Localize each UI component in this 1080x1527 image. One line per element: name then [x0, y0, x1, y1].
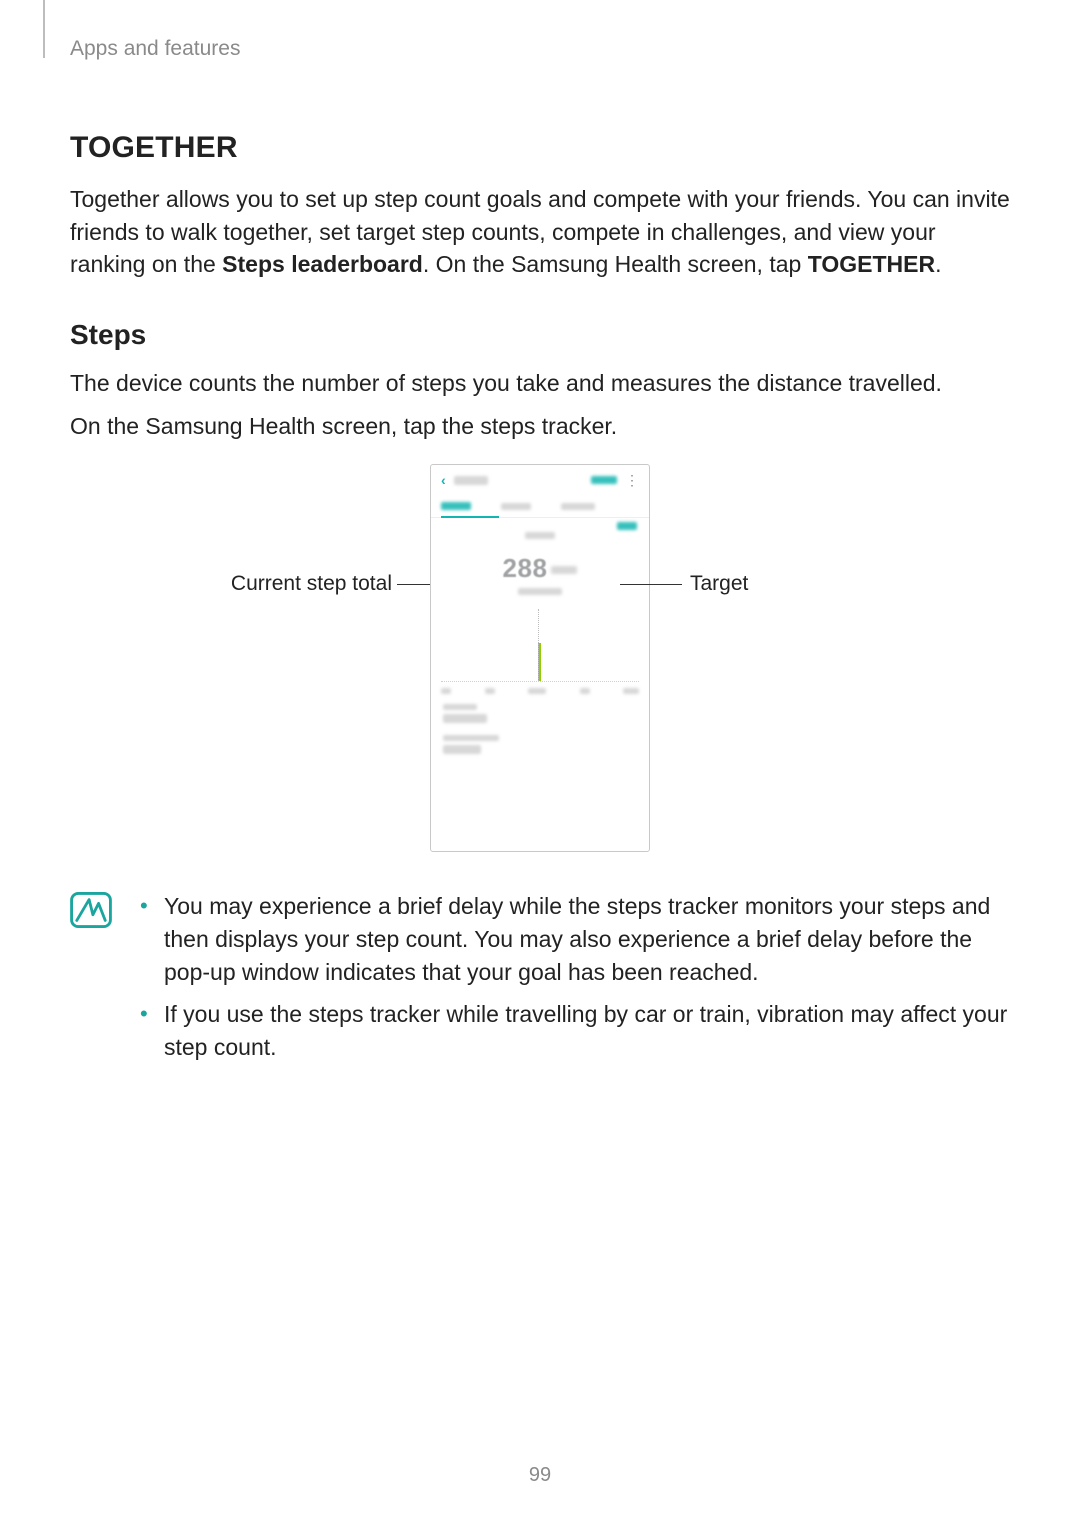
- phone-stat-row: [443, 704, 637, 723]
- redacted-unit: [551, 566, 577, 574]
- redacted-title: [454, 476, 488, 485]
- text-span: .: [935, 251, 941, 277]
- paragraph-together: Together allows you to set up step count…: [70, 183, 1010, 281]
- text-bold-together: TOGETHER: [808, 251, 935, 277]
- step-total-value: 288: [503, 553, 578, 584]
- redacted-tick: [528, 688, 546, 694]
- redacted-label: [525, 532, 555, 539]
- back-chevron-icon: ‹: [441, 472, 446, 488]
- phone-bar-chart: [441, 611, 639, 682]
- more-icon: ⋮: [625, 472, 639, 489]
- note-item: You may experience a brief delay while t…: [138, 890, 1010, 988]
- heading-steps: Steps: [70, 319, 1010, 351]
- phone-tabs: [431, 495, 649, 518]
- paragraph-steps-1: The device counts the number of steps yo…: [70, 367, 1010, 400]
- figure-steps-tracker: Current step total ‹ ⋮ 288: [70, 464, 1010, 864]
- phone-screenshot: ‹ ⋮ 288: [430, 464, 650, 852]
- phone-titlebar: ‹ ⋮: [431, 465, 649, 495]
- heading-together: TOGETHER: [70, 131, 1010, 165]
- header-rule: [43, 0, 45, 58]
- note-item: If you use the steps tracker while trave…: [138, 998, 1010, 1063]
- redacted-tick: [441, 688, 451, 694]
- breadcrumb: Apps and features: [70, 37, 1010, 61]
- callout-line-right: [620, 584, 682, 585]
- document-page: Apps and features TOGETHER Together allo…: [0, 0, 1080, 1527]
- redacted-tab: [501, 503, 531, 510]
- text-span: . On the Samsung Health screen, tap: [423, 251, 808, 277]
- text-bold-leaderboard: Steps leaderboard: [222, 251, 423, 277]
- redacted-sub: [518, 588, 562, 595]
- note-block: You may experience a brief delay while t…: [70, 890, 1010, 1073]
- redacted-tab: [561, 503, 595, 510]
- redacted-value: [443, 745, 481, 754]
- redacted-action: [591, 476, 617, 484]
- phone-summary: 288: [431, 518, 649, 599]
- phone-stat-rows: [431, 694, 649, 776]
- redacted-tab-active: [441, 502, 471, 510]
- paragraph-steps-2: On the Samsung Health screen, tap the st…: [70, 410, 1010, 443]
- callout-target: Target: [690, 572, 748, 596]
- redacted-value: [443, 714, 487, 723]
- redacted-tick: [580, 688, 590, 694]
- phone-chart-xaxis: [431, 686, 649, 694]
- step-total-number: 288: [503, 553, 548, 583]
- redacted-label: [443, 735, 499, 741]
- callout-current-step-total: Current step total: [192, 572, 392, 596]
- phone-stat-row: [443, 735, 637, 754]
- chart-marker-line: [538, 609, 540, 681]
- redacted-tick: [623, 688, 639, 694]
- redacted-target: [617, 522, 637, 530]
- redacted-tick: [485, 688, 495, 694]
- note-icon: [70, 892, 112, 928]
- redacted-label: [443, 704, 477, 710]
- note-list: You may experience a brief delay while t…: [138, 890, 1010, 1073]
- page-number: 99: [0, 1464, 1080, 1487]
